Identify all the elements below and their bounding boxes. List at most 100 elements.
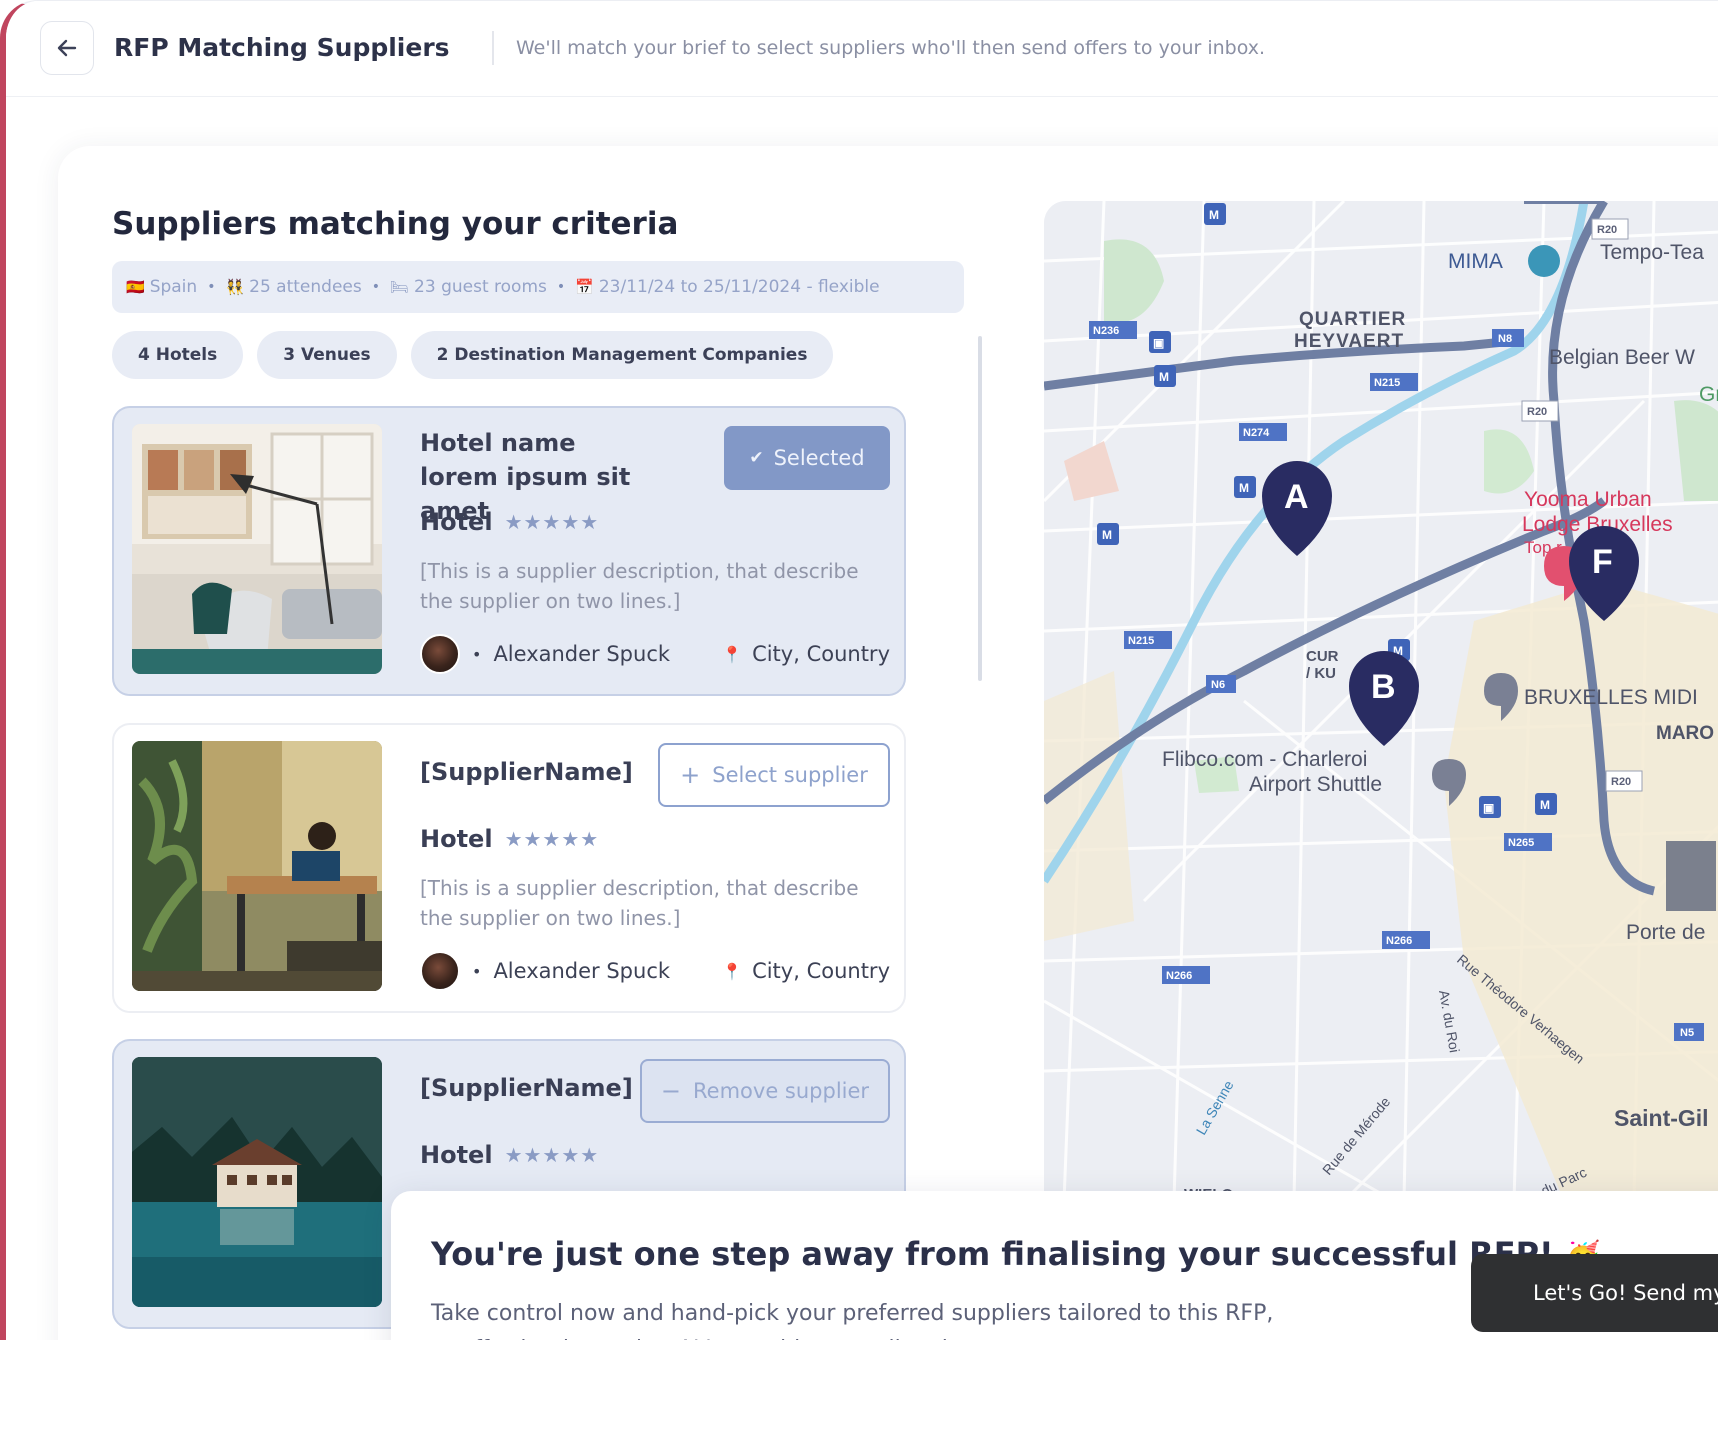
separator-dot: •	[556, 279, 566, 295]
supplier-type-chips: 4 Hotels 3 Venues 2 Destination Manageme…	[112, 331, 834, 379]
criteria-summary: 🇪🇸 Spain • 👯 25 attendees • 🛏 23 guest r…	[112, 261, 964, 313]
map-label: QUARTIER	[1299, 309, 1406, 330]
attendees-icon: 👯	[225, 278, 245, 296]
separator-dot: •	[472, 961, 482, 981]
map-label: HEYVAERT	[1294, 331, 1404, 352]
train-icon: ▣	[1483, 801, 1494, 815]
calendar-icon: 📅	[575, 278, 594, 296]
avatar	[420, 951, 460, 991]
location: 📍 City, Country	[722, 959, 890, 983]
supplier-type: Hotel ★★★★★	[420, 1141, 599, 1169]
banner-title: You're just one step away from finalisin…	[431, 1235, 1601, 1273]
banner-text: Take control now and hand-pick your pref…	[431, 1296, 1331, 1340]
map-road-tag: N215	[1374, 377, 1400, 389]
plus-icon: +	[680, 761, 701, 789]
map-label: Flibco.com - Charleroi	[1162, 748, 1367, 771]
location-label: City, Country	[752, 959, 890, 983]
contact-name: Alexander Spuck	[493, 959, 671, 983]
star-rating: ★★★★★	[504, 1143, 600, 1167]
map-road-tag: N266	[1166, 970, 1192, 982]
map-road-tag: R20	[1611, 776, 1631, 788]
map-label: Porte de	[1626, 921, 1705, 944]
supplier-description: [This is a supplier description, that de…	[420, 876, 859, 930]
scrollbar[interactable]	[978, 336, 982, 681]
minus-icon: −	[660, 1077, 682, 1105]
button-label: Selected	[773, 446, 865, 470]
supplier-name: [SupplierName]	[420, 758, 633, 786]
map-label: Airport Shuttle	[1249, 773, 1382, 796]
button-label: Remove supplier	[693, 1079, 870, 1103]
criteria-label: Spain	[149, 277, 198, 297]
title-divider	[492, 31, 494, 65]
map-road-tag: N265	[1508, 837, 1534, 849]
map-marker-label: B	[1371, 668, 1396, 706]
map[interactable]: R20 N236 N8 N215 N274 R20 N215 N6 N265 N…	[1044, 201, 1718, 1201]
criteria-attendees: 👯 25 attendees	[225, 277, 361, 297]
train-icon: ▣	[1153, 336, 1164, 350]
map-label: BRUXELLES MIDI	[1524, 686, 1698, 709]
map-label: Saint-Gil	[1614, 1105, 1709, 1131]
map-road-tag: N8	[1498, 333, 1512, 345]
supplier-card[interactable]: [SupplierName] + Select supplier Hotel ★…	[112, 723, 906, 1013]
metro-icon: M	[1102, 528, 1112, 542]
supplier-card[interactable]: Hotel name lorem ipsum sit amet ✔ Select…	[112, 406, 906, 696]
separator-dot: •	[207, 279, 216, 295]
star-rating: ★★★★★	[504, 827, 600, 851]
location-label: City, Country	[752, 642, 890, 666]
send-rfp-button[interactable]: Let's Go! Send my	[1471, 1254, 1718, 1332]
location: 📍 City, Country	[722, 642, 890, 666]
supplier-type-label: Hotel	[420, 825, 493, 853]
metro-icon: M	[1540, 798, 1550, 812]
contact-name: Alexander Spuck	[493, 642, 671, 666]
metro-icon: M	[1239, 481, 1249, 495]
separator-dot: •	[371, 279, 380, 295]
criteria-label: 23 guest rooms	[414, 277, 547, 297]
star-rating: ★★★★★	[504, 510, 600, 534]
map-road-tag: N274	[1243, 427, 1270, 439]
select-supplier-button[interactable]: + Select supplier	[658, 743, 890, 807]
section-title: Suppliers matching your criteria	[112, 206, 679, 242]
supplier-type: Hotel ★★★★★	[420, 825, 599, 853]
back-button[interactable]	[40, 21, 94, 75]
map-label: Tempo-Tea	[1600, 241, 1704, 264]
criteria-label: 25 attendees	[249, 277, 362, 297]
map-label: MIMA	[1448, 250, 1503, 273]
remove-supplier-button[interactable]: − Remove supplier	[640, 1059, 890, 1123]
location-pin-icon: 📍	[722, 644, 743, 664]
supplier-description: [This is a supplier description, that de…	[420, 559, 859, 613]
banner-text-line: Take control now and hand-pick your pref…	[431, 1301, 1274, 1326]
map-label: CUR	[1306, 648, 1339, 665]
avatar	[420, 634, 460, 674]
supplier-type: Hotel ★★★★★	[420, 508, 599, 536]
map-road-tag: N266	[1386, 935, 1412, 947]
supplier-image	[132, 741, 382, 991]
supplier-image	[132, 1057, 382, 1307]
supplier-name: [SupplierName]	[420, 1074, 633, 1102]
page-subtitle: We'll match your brief to select supplie…	[516, 37, 1266, 59]
criteria-dates: 📅 23/11/24 to 25/11/2024 - flexible	[575, 277, 879, 297]
map-road-tag: N5	[1680, 1027, 1694, 1039]
bed-icon: 🛏	[390, 278, 410, 296]
criteria-label: 23/11/24 to 25/11/2024 - flexible	[598, 277, 880, 297]
chip-hotels[interactable]: 4 Hotels	[112, 331, 244, 379]
app-window: RFP Matching Suppliers We'll match your …	[0, 0, 1718, 1340]
supplier-type-label: Hotel	[420, 1141, 493, 1169]
map-marker-label: A	[1284, 478, 1309, 516]
supplier-footer: • Alexander Spuck 📍 City, Country	[420, 634, 890, 674]
selected-button[interactable]: ✔ Selected	[724, 426, 890, 490]
criteria-rooms: 🛏 23 guest rooms	[390, 277, 547, 297]
chip-dmc[interactable]: 2 Destination Management Companies	[410, 331, 834, 379]
location-pin-icon: 📍	[722, 961, 743, 981]
chip-venues[interactable]: 3 Venues	[257, 331, 397, 379]
map-label: Yooma Urban	[1524, 488, 1652, 511]
supplier-image	[132, 424, 382, 674]
banner-title-text: You're just one step away from finalisin…	[431, 1235, 1554, 1273]
map-road-tag: N215	[1128, 635, 1154, 647]
supplier-footer: • Alexander Spuck 📍 City, Country	[420, 951, 890, 991]
map-road-tag: N236	[1093, 325, 1119, 337]
check-icon: ✔	[749, 448, 764, 468]
criteria-country: 🇪🇸 Spain	[126, 277, 197, 297]
separator-dot: •	[472, 644, 482, 664]
map-marker-label: F	[1592, 543, 1613, 581]
map-label: / KU	[1306, 665, 1336, 682]
